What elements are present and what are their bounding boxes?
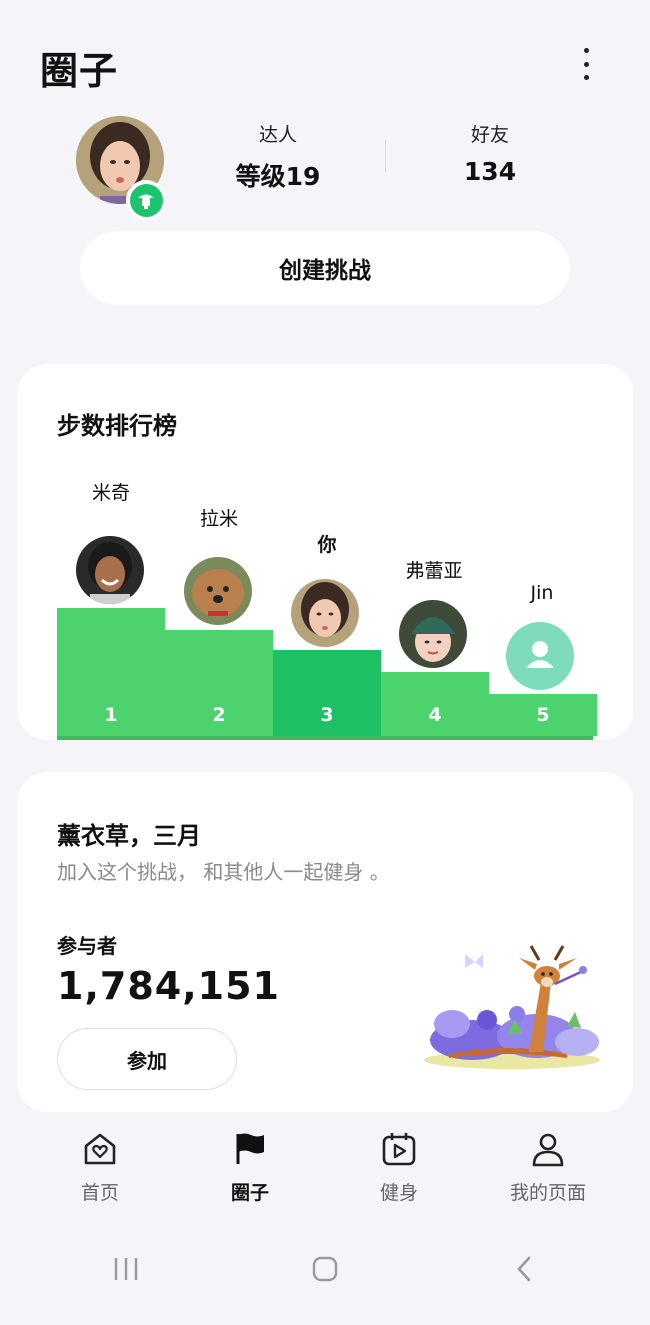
nav-label: 圈子	[230, 1182, 269, 1204]
nav-label: 健身	[379, 1182, 418, 1204]
leaderboard-rank: 3	[320, 704, 334, 726]
leaderboard-rank: 2	[212, 704, 226, 726]
nav-item-fitness[interactable]: 健身	[324, 1130, 474, 1205]
level-badge-icon	[126, 180, 166, 220]
leaderboard-bar: 4	[381, 672, 489, 736]
leaderboard-bar-me: 3	[273, 650, 381, 736]
leaderboard-rank: 5	[536, 704, 550, 726]
friends-label: 好友	[470, 124, 509, 146]
friends-count: 134	[463, 157, 517, 186]
more-options-icon[interactable]	[576, 48, 596, 80]
default-avatar-icon	[506, 622, 574, 690]
home-icon[interactable]	[305, 1252, 345, 1286]
leaderboard-bar: 2	[165, 630, 273, 736]
flag-icon	[236, 1133, 264, 1164]
challenge-subtitle: 加入这个挑战， 和其他人一起健身 。	[57, 860, 390, 884]
leaderboard-baseline	[57, 736, 593, 740]
leaderboard-name: 拉米	[199, 508, 238, 530]
level-value: 等级19	[235, 162, 321, 191]
leaderboard-bar: 5	[489, 694, 597, 736]
steps-leaderboard-card[interactable]: 步数排行榜 米奇 1 拉米 2 你 3 弗蕾亚 4 Jin 5	[17, 364, 633, 740]
play-calendar-icon	[382, 1133, 416, 1166]
leaderboard-rank: 1	[104, 704, 118, 726]
back-icon[interactable]	[504, 1252, 544, 1286]
leaderboard-avatar	[184, 557, 252, 625]
create-challenge-button[interactable]: 创建挑战	[80, 231, 570, 305]
challenge-title: 薰衣草，三月	[57, 822, 201, 850]
participants-count: 1,784,151	[57, 964, 280, 1008]
nav-item-together[interactable]: 圈子	[175, 1130, 325, 1205]
join-button[interactable]: 参加	[57, 1028, 237, 1090]
leaderboard-avatar-me	[291, 579, 359, 647]
leaderboard-avatar	[399, 600, 467, 668]
leaderboard-name-me: 你	[317, 534, 337, 556]
leaderboard-bar: 1	[57, 608, 165, 736]
nav-label: 我的页面	[509, 1182, 586, 1204]
leaderboard-rank: 4	[428, 704, 442, 726]
page-title: 圈子	[40, 49, 119, 93]
nav-label: 首页	[80, 1182, 119, 1204]
leaderboard-name: Jin	[530, 582, 554, 604]
recent-apps-icon[interactable]	[106, 1252, 146, 1286]
leaderboard-name: 弗蕾亚	[405, 560, 463, 582]
deer-lavender-illustration	[417, 942, 607, 1072]
together-screen: 圈子 达人 等级19 好友 134 创建挑战 步数排行榜 米奇 1 拉米 2 你…	[0, 0, 650, 1325]
leaderboard-avatar	[76, 536, 144, 604]
leaderboard-name: 米奇	[91, 482, 130, 504]
challenge-card[interactable]: 薰衣草，三月 加入这个挑战， 和其他人一起健身 。 参与者 1,784,151 …	[17, 772, 633, 1112]
stat-divider	[385, 140, 386, 172]
nav-item-home[interactable]: 首页	[25, 1130, 175, 1205]
person-icon	[532, 1133, 564, 1167]
nav-item-my-page[interactable]: 我的页面	[473, 1130, 623, 1205]
leaderboard-title: 步数排行榜	[57, 412, 177, 440]
participants-label: 参与者	[57, 934, 117, 958]
level-label: 达人	[258, 124, 297, 146]
bottom-navigation: 首页 圈子 健身 我的页面	[0, 1120, 650, 1220]
home-heart-icon	[84, 1133, 116, 1165]
level-stat: 达人 等级19	[218, 120, 338, 193]
friends-stat[interactable]: 好友 134	[430, 120, 550, 186]
